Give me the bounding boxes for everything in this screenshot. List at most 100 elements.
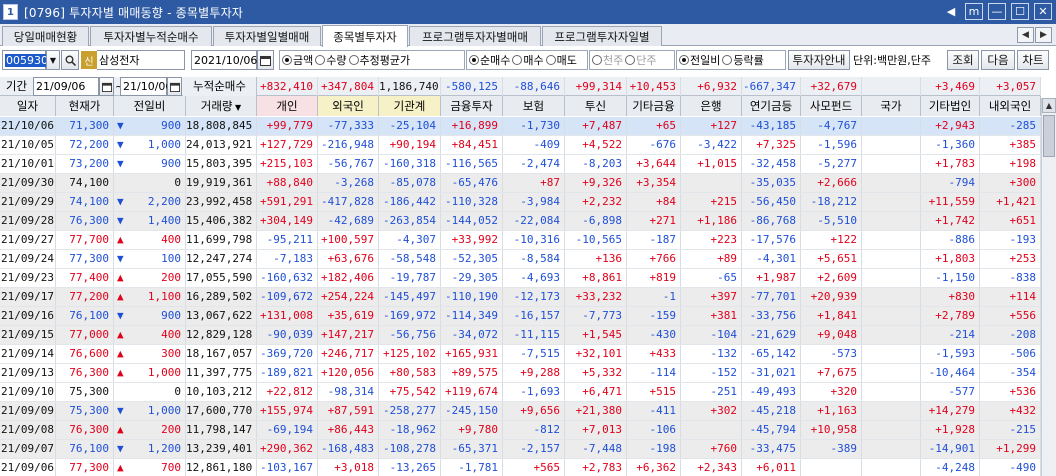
investor-guide-button[interactable]: 투자자안내 bbox=[788, 50, 850, 70]
column-header[interactable]: 보험 bbox=[503, 96, 565, 116]
investor-value-cell-text: +127 bbox=[710, 119, 738, 132]
investor-value-cell-text: +165,931 bbox=[445, 347, 498, 360]
tab-investor-cumulative[interactable]: 투자자별누적순매수 bbox=[90, 26, 212, 46]
change-cell: ▼ 1,400 bbox=[114, 212, 186, 230]
investor-value-cell-text: -7,448 bbox=[582, 442, 622, 455]
date-cell-text: 21/10/05 bbox=[1, 138, 54, 151]
period-row: 기간 21/09/06 ~ 21/10/06 누적순매수 +832,410+34… bbox=[0, 77, 1041, 96]
table-row[interactable]: 21/09/10 75,300 0 10,103,212 +22,812 -98,314 +… bbox=[0, 383, 1041, 402]
column-header[interactable]: 일자 bbox=[0, 96, 56, 116]
scroll-thumb[interactable] bbox=[1043, 115, 1055, 157]
column-header[interactable]: 기타법인 bbox=[921, 96, 980, 116]
investor-value-cell: +302 bbox=[681, 402, 742, 420]
table-row[interactable]: 21/09/23 77,400 ▲ 200 17,055,590 -160,632 +182… bbox=[0, 269, 1041, 288]
tab-prev-icon[interactable]: ◀ bbox=[1017, 27, 1034, 43]
table-row[interactable]: 21/09/09 75,300 ▼ 1,000 17,600,770 +155,974 +8… bbox=[0, 402, 1041, 421]
radio-thousand-shares[interactable]: 천주 bbox=[592, 52, 623, 68]
table-row[interactable]: 21/09/14 76,600 ▲ 300 18,167,057 -369,720 +246… bbox=[0, 345, 1041, 364]
close-icon[interactable]: ✕ bbox=[1034, 3, 1052, 20]
column-header[interactable]: 현재가 bbox=[56, 96, 114, 116]
volume-cell: 19,919,361 bbox=[186, 174, 257, 192]
investor-value-cell: -45,218 bbox=[742, 402, 801, 420]
period-to-input[interactable]: 21/10/06 bbox=[120, 77, 172, 96]
column-header[interactable]: 투신 bbox=[565, 96, 627, 116]
table-row[interactable]: 21/09/24 77,300 ▼ 100 12,247,274 -7,183 +63,67… bbox=[0, 250, 1041, 269]
down-arrow-icon: ▼ bbox=[117, 214, 124, 227]
column-header[interactable]: 외국인 bbox=[318, 96, 379, 116]
price-cell: 75,300 bbox=[56, 383, 114, 401]
table-row[interactable]: 21/09/29 74,100 ▼ 2,200 23,992,458 +591,291 -4… bbox=[0, 193, 1041, 212]
table-row[interactable]: 21/10/05 72,200 ▼ 1,000 24,013,921 +127,729 -2… bbox=[0, 136, 1041, 155]
radio-sell[interactable]: 매도 bbox=[545, 52, 577, 68]
column-header[interactable]: 개인 bbox=[257, 96, 318, 116]
vertical-scrollbar[interactable]: ▲ bbox=[1041, 98, 1056, 476]
column-header[interactable]: 전일비 bbox=[114, 96, 186, 116]
radio-amount[interactable]: 금액 bbox=[282, 52, 313, 68]
collapse-left-icon[interactable]: ◀ bbox=[942, 3, 960, 20]
investor-value-cell: +16,899 bbox=[441, 117, 503, 135]
column-header[interactable]: 내외국인 bbox=[980, 96, 1041, 116]
column-header[interactable]: 연기금등 bbox=[742, 96, 801, 116]
radio-avg-price[interactable]: 추정평균가 bbox=[348, 52, 410, 68]
column-header[interactable]: 금융투자 bbox=[441, 96, 503, 116]
radio-change-rate[interactable]: 등락률 bbox=[722, 52, 764, 68]
radio-quantity[interactable]: 수량 bbox=[315, 52, 347, 68]
investor-value-cell-text: -12,173 bbox=[513, 290, 560, 303]
tab-program-investor[interactable]: 프로그램투자자별매매 bbox=[409, 26, 541, 46]
column-header[interactable]: 사모펀드 bbox=[801, 96, 862, 116]
chart-button[interactable]: 차트 bbox=[1017, 50, 1049, 70]
table-row[interactable]: 21/09/06 77,300 ▲ 700 12,861,180 -103,167 +3,0… bbox=[0, 459, 1041, 476]
price-cell: 75,300 bbox=[56, 402, 114, 420]
table-row[interactable]: 21/09/27 77,700 ▲ 400 11,699,798 -95,211 +100,… bbox=[0, 231, 1041, 250]
investor-value-cell-text: +5,332 bbox=[582, 366, 622, 379]
column-header[interactable]: 기타금융 bbox=[627, 96, 681, 116]
down-arrow-icon: ▼ bbox=[117, 309, 124, 322]
tab-next-icon[interactable]: ▶ bbox=[1035, 27, 1052, 43]
table-row[interactable]: 21/10/01 73,200 ▼ 900 15,803,395 +215,103 -56,… bbox=[0, 155, 1041, 174]
change-cell: ▲ 200 bbox=[114, 421, 186, 439]
investor-value-cell-text: -490 bbox=[1009, 461, 1037, 474]
sort-dropdown-icon[interactable]: ▼ bbox=[233, 103, 241, 112]
column-header[interactable]: 기관계 bbox=[379, 96, 441, 116]
table-row[interactable]: 21/09/16 76,100 ▼ 900 13,067,622 +131,008 +35,… bbox=[0, 307, 1041, 326]
investor-value-cell-text: -69,194 bbox=[266, 423, 313, 436]
radio-single-shares[interactable]: 단주 bbox=[625, 52, 657, 68]
table-row[interactable]: 21/10/06 71,300 ▼ 900 18,808,845 +99,779 -77,3… bbox=[0, 117, 1041, 136]
table-row[interactable]: 21/09/08 76,300 ▲ 200 11,798,147 -69,194 +86,4… bbox=[0, 421, 1041, 440]
calendar-icon[interactable] bbox=[257, 50, 274, 70]
tab-daily-status[interactable]: 당일매매현황 bbox=[2, 26, 89, 46]
column-header[interactable]: 국가 bbox=[862, 96, 921, 116]
stock-code-input[interactable]: 005930 bbox=[2, 50, 49, 70]
code-dropdown-icon[interactable]: ▼ bbox=[46, 50, 60, 70]
table-row[interactable]: 21/09/13 76,300 ▲ 1,000 11,397,775 -189,821 +1… bbox=[0, 364, 1041, 383]
search-button[interactable]: 조회 bbox=[947, 50, 979, 70]
scroll-up-icon[interactable]: ▲ bbox=[1042, 98, 1056, 113]
volume-cell-text: 15,803,395 bbox=[186, 157, 253, 170]
column-header[interactable]: 거래량 ▼ bbox=[186, 96, 257, 116]
period-from-input[interactable]: 21/09/06 bbox=[33, 77, 99, 96]
radio-net-buy[interactable]: 순매수 bbox=[469, 52, 510, 68]
radio-prev-day[interactable]: 전일비 bbox=[679, 52, 720, 68]
table-row[interactable]: 21/09/28 76,300 ▼ 1,400 15,406,382 +304,149 -4… bbox=[0, 212, 1041, 231]
tab-stock-investor[interactable]: 종목별투자자 bbox=[322, 25, 408, 47]
table-row[interactable]: 21/09/07 76,100 ▼ 1,200 13,239,401 +290,362 -1… bbox=[0, 440, 1041, 459]
investor-value-cell-text: +3,354 bbox=[636, 176, 676, 189]
column-header[interactable]: 은행 bbox=[681, 96, 742, 116]
from-calendar-icon[interactable] bbox=[99, 77, 114, 96]
next-button[interactable]: 다음 bbox=[981, 50, 1015, 70]
price-cell-text: 77,700 bbox=[69, 233, 109, 246]
date-input[interactable]: 2021/10/06 bbox=[191, 50, 257, 70]
to-calendar-icon[interactable] bbox=[167, 77, 182, 96]
radio-buy[interactable]: 매수 bbox=[512, 52, 544, 68]
search-icon[interactable] bbox=[61, 50, 79, 70]
table-row[interactable]: 21/09/15 77,000 ▲ 400 12,829,128 -90,039 +147,… bbox=[0, 326, 1041, 345]
tab-program-daily[interactable]: 프로그램투자자일별 bbox=[542, 26, 662, 46]
maximize-icon[interactable]: ☐ bbox=[1011, 3, 1029, 20]
table-row[interactable]: 21/09/30 74,100 0 19,919,361 +88,840 -3,268 -8… bbox=[0, 174, 1041, 193]
mode-icon[interactable]: m bbox=[965, 3, 983, 20]
investor-value-cell-text: +20,939 bbox=[810, 290, 857, 303]
table-row[interactable]: 21/09/17 77,200 ▲ 1,100 16,289,502 -109,672 +2… bbox=[0, 288, 1041, 307]
tab-investor-daily[interactable]: 투자자별일별매매 bbox=[213, 26, 321, 46]
minimize-icon[interactable]: — bbox=[988, 3, 1006, 20]
investor-value-cell-text: -1,596 bbox=[817, 138, 857, 151]
